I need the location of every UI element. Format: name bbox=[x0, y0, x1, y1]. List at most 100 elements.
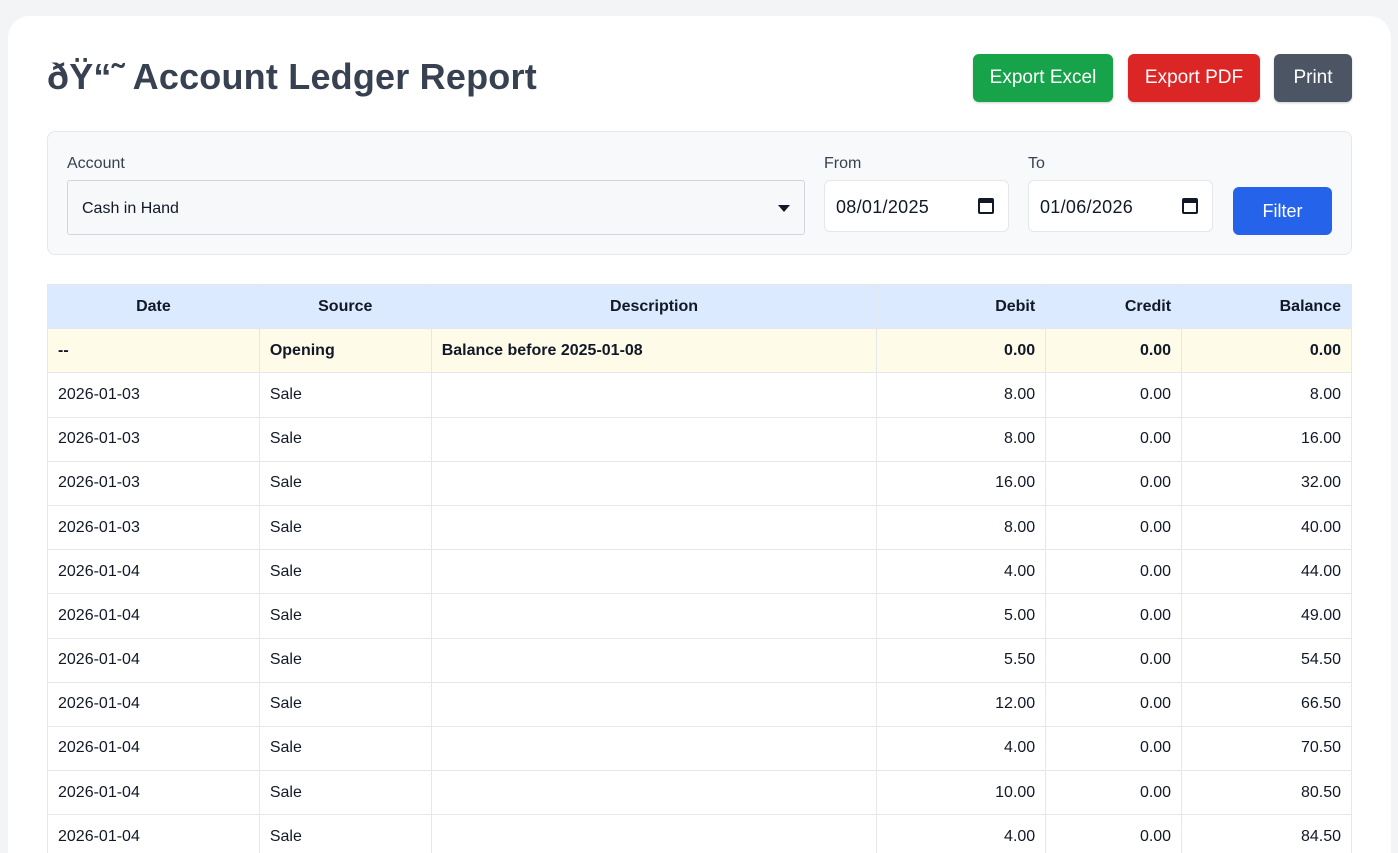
cell-balance: 49.00 bbox=[1181, 593, 1352, 639]
table-row: 2026-01-04 Sale 4.00 0.00 70.50 bbox=[47, 725, 1352, 772]
cell-balance: 70.50 bbox=[1181, 725, 1352, 772]
print-button[interactable]: Print bbox=[1274, 54, 1352, 102]
column-header-source: Source bbox=[258, 283, 432, 330]
cell-credit: 0.00 bbox=[1045, 681, 1183, 727]
cell-description bbox=[430, 637, 878, 683]
cell-debit: 8.00 bbox=[876, 372, 1047, 418]
cell-balance: 8.00 bbox=[1181, 372, 1352, 418]
cell-credit: 0.00 bbox=[1045, 725, 1183, 772]
table-row: 2026-01-04 Sale 10.00 0.00 80.50 bbox=[47, 770, 1352, 816]
cell-date: 2026-01-04 bbox=[47, 549, 260, 595]
opening-balance-row: -- Opening Balance before 2025-01-08 0.0… bbox=[47, 328, 1352, 374]
cell-debit: 5.00 bbox=[876, 593, 1047, 639]
cell-debit: 5.50 bbox=[876, 637, 1047, 683]
table-row: 2026-01-04 Sale 4.00 0.00 44.00 bbox=[47, 549, 1352, 595]
cell-debit: 12.00 bbox=[876, 681, 1047, 727]
cell-balance: 84.50 bbox=[1181, 814, 1352, 853]
account-select[interactable]: Cash in Hand bbox=[67, 180, 805, 235]
cell-description bbox=[430, 681, 878, 727]
cell-source: Sale bbox=[258, 416, 432, 462]
cell-source: Sale bbox=[258, 637, 432, 683]
cell-source: Sale bbox=[258, 372, 432, 418]
cell-source: Sale bbox=[258, 770, 432, 816]
cell-balance: 66.50 bbox=[1181, 681, 1352, 727]
table-row: 2026-01-04 Sale 12.00 0.00 66.50 bbox=[47, 681, 1352, 727]
cell-date: 2026-01-03 bbox=[47, 504, 260, 551]
cell-source: Sale bbox=[258, 725, 432, 772]
cell-credit: 0.00 bbox=[1045, 328, 1183, 374]
cell-debit: 0.00 bbox=[876, 328, 1047, 374]
from-label: From bbox=[824, 155, 862, 172]
table-row: 2026-01-04 Sale 5.00 0.00 49.00 bbox=[47, 593, 1352, 639]
caret-down-icon bbox=[778, 205, 790, 212]
cell-balance: 40.00 bbox=[1181, 504, 1352, 551]
cell-debit: 10.00 bbox=[876, 770, 1047, 816]
cell-date: 2026-01-03 bbox=[47, 460, 260, 506]
ledger-table: Date Source Description Debit Credit Bal… bbox=[47, 283, 1352, 853]
cell-credit: 0.00 bbox=[1045, 770, 1183, 816]
table-row: 2026-01-04 Sale 5.50 0.00 54.50 bbox=[47, 637, 1352, 683]
cell-description: Balance before 2025-01-08 bbox=[430, 328, 878, 374]
table-row: 2026-01-03 Sale 8.00 0.00 8.00 bbox=[47, 372, 1352, 418]
cell-credit: 0.00 bbox=[1045, 549, 1183, 595]
cell-description bbox=[430, 372, 878, 418]
column-header-balance: Balance bbox=[1181, 283, 1352, 330]
to-date-input[interactable]: 01/06/2026 bbox=[1028, 180, 1213, 232]
cell-date: 2026-01-04 bbox=[47, 681, 260, 727]
account-label: Account bbox=[67, 155, 125, 172]
cell-description bbox=[430, 460, 878, 506]
cell-date: 2026-01-04 bbox=[47, 814, 260, 853]
cell-date: 2026-01-03 bbox=[47, 372, 260, 418]
cell-source: Sale bbox=[258, 549, 432, 595]
export-excel-button[interactable]: Export Excel bbox=[973, 54, 1113, 102]
cell-date: 2026-01-04 bbox=[47, 637, 260, 683]
cell-description bbox=[430, 593, 878, 639]
cell-description bbox=[430, 504, 878, 551]
to-date-value: 01/06/2026 bbox=[1040, 197, 1134, 217]
cell-date: -- bbox=[47, 328, 260, 374]
cell-debit: 8.00 bbox=[876, 416, 1047, 462]
cell-description bbox=[430, 549, 878, 595]
cell-date: 2026-01-04 bbox=[47, 725, 260, 772]
page-title: ðŸ“˜ Account Ledger Report bbox=[47, 56, 537, 97]
calendar-icon[interactable] bbox=[978, 198, 994, 214]
cell-balance: 0.00 bbox=[1181, 328, 1352, 374]
cell-source: Sale bbox=[258, 681, 432, 727]
cell-balance: 32.00 bbox=[1181, 460, 1352, 506]
cell-debit: 8.00 bbox=[876, 504, 1047, 551]
cell-credit: 0.00 bbox=[1045, 814, 1183, 853]
cell-credit: 0.00 bbox=[1045, 593, 1183, 639]
cell-debit: 4.00 bbox=[876, 725, 1047, 772]
column-header-description: Description bbox=[430, 283, 878, 330]
table-row: 2026-01-03 Sale 8.00 0.00 16.00 bbox=[47, 416, 1352, 462]
cell-balance: 16.00 bbox=[1181, 416, 1352, 462]
cell-balance: 80.50 bbox=[1181, 770, 1352, 816]
table-row: 2026-01-03 Sale 16.00 0.00 32.00 bbox=[47, 460, 1352, 506]
cell-date: 2026-01-03 bbox=[47, 416, 260, 462]
table-header-row: Date Source Description Debit Credit Bal… bbox=[47, 283, 1352, 330]
cell-description bbox=[430, 725, 878, 772]
calendar-icon[interactable] bbox=[1182, 198, 1198, 214]
cell-credit: 0.00 bbox=[1045, 372, 1183, 418]
cell-debit: 4.00 bbox=[876, 814, 1047, 853]
export-pdf-button[interactable]: Export PDF bbox=[1128, 54, 1260, 102]
table-row: 2026-01-03 Sale 8.00 0.00 40.00 bbox=[47, 504, 1352, 551]
from-date-value: 08/01/2025 bbox=[836, 197, 930, 217]
cell-description bbox=[430, 814, 878, 853]
column-header-credit: Credit bbox=[1045, 283, 1183, 330]
from-date-input[interactable]: 08/01/2025 bbox=[824, 180, 1009, 232]
cell-source: Sale bbox=[258, 504, 432, 551]
filter-button[interactable]: Filter bbox=[1233, 187, 1332, 235]
cell-credit: 0.00 bbox=[1045, 416, 1183, 462]
cell-description bbox=[430, 770, 878, 816]
cell-credit: 0.00 bbox=[1045, 637, 1183, 683]
cell-date: 2026-01-04 bbox=[47, 770, 260, 816]
cell-description bbox=[430, 416, 878, 462]
cell-source: Sale bbox=[258, 593, 432, 639]
cell-date: 2026-01-04 bbox=[47, 593, 260, 639]
column-header-debit: Debit bbox=[876, 283, 1047, 330]
cell-credit: 0.00 bbox=[1045, 460, 1183, 506]
to-label: To bbox=[1028, 155, 1045, 172]
column-header-date: Date bbox=[47, 283, 260, 330]
cell-debit: 16.00 bbox=[876, 460, 1047, 506]
